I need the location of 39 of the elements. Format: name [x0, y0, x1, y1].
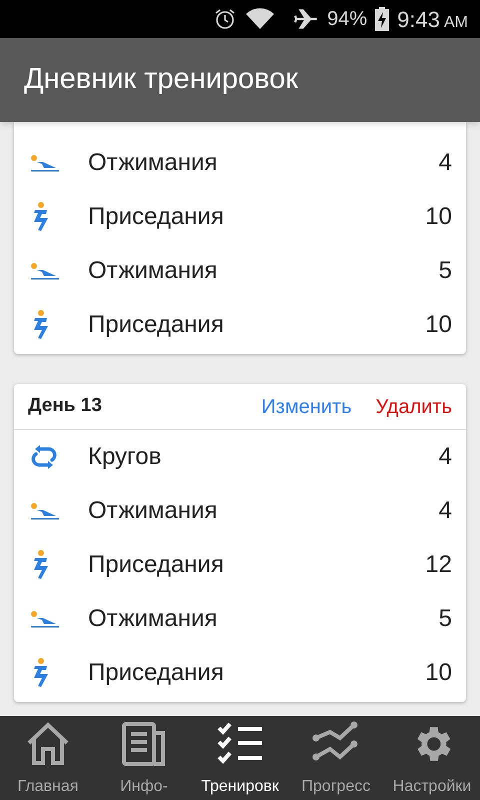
app-title: Дневник тренировок [24, 62, 298, 98]
delete-link[interactable]: Удалить [376, 392, 452, 422]
exercise-count: 4 [438, 148, 452, 178]
clock-time: 9:43 AM [397, 6, 468, 34]
nav-tab[interactable]: Главная [0, 716, 96, 800]
exercise-name: Отжимания [88, 148, 218, 178]
pushup-icon [30, 501, 60, 521]
newspaper-icon [121, 721, 167, 767]
exercise-name: Кругов [88, 442, 162, 472]
nav-tab[interactable]: Тренировк [192, 716, 288, 800]
exercise-count: 10 [425, 202, 452, 232]
pushup-icon [30, 261, 60, 281]
exercise-count: 5 [438, 256, 452, 286]
exercise-name: Приседания [88, 310, 225, 340]
day-title: День 13 [28, 394, 103, 418]
wifi-icon [245, 8, 276, 30]
exercise-name: Отжимания [88, 256, 218, 286]
exercise-count: 5 [438, 604, 452, 634]
exercise-count: 4 [438, 442, 452, 472]
alarm-icon [213, 7, 238, 31]
exercise-name: Приседания [88, 550, 225, 580]
exercise-count: 4 [438, 496, 452, 526]
exercise-name: Приседания [88, 202, 225, 232]
pushup-icon [30, 609, 60, 629]
exercise-name: Отжимания [88, 604, 218, 634]
exercise-name: Приседания [88, 658, 225, 688]
exercise-name: Отжимания [88, 496, 218, 526]
battery-percent: 94% [327, 7, 368, 32]
nav-tab[interactable]: Инфо- [96, 716, 192, 800]
repeat-icon [30, 444, 58, 470]
battery-charging-icon [375, 7, 390, 31]
home-icon [25, 721, 71, 767]
nav-tab[interactable]: Прогресс [288, 716, 384, 800]
pushup-icon [30, 153, 60, 173]
exercise-count: 12 [425, 550, 452, 580]
exercise-count: 10 [425, 658, 452, 688]
exercise-count: 10 [425, 310, 452, 340]
nav-tab[interactable]: Настройки [384, 716, 480, 800]
edit-link[interactable]: Изменить [261, 392, 352, 422]
